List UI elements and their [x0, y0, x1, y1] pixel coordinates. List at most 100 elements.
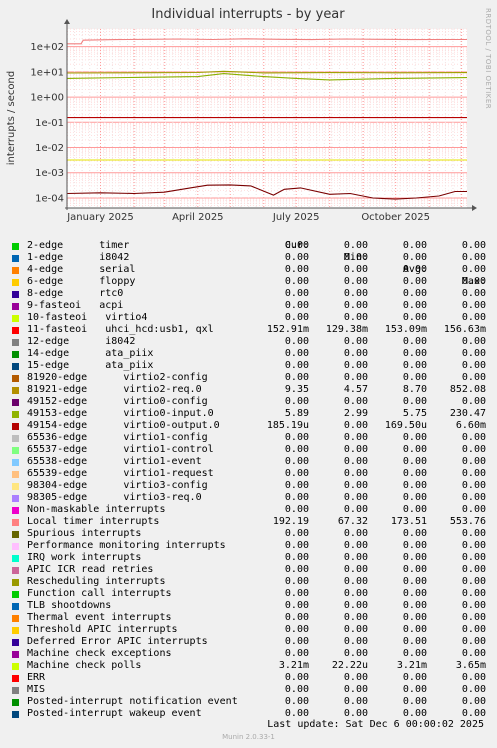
legend-min: 0.00: [343, 504, 368, 515]
legend-max: 0.00: [461, 588, 486, 599]
legend-cur: 0.00: [284, 288, 309, 299]
legend-swatch: [12, 543, 19, 550]
legend-cur: 0.00: [284, 336, 309, 347]
legend-row: ERR 0.00 0.00 0.00 0.00: [12, 672, 492, 684]
legend-swatch: [12, 435, 19, 442]
legend-row: 14-edge ata_piix 0.00 0.00 0.00 0.00: [12, 348, 492, 360]
legend-label: Function call interrupts: [27, 588, 172, 599]
legend-min: 0.00: [343, 528, 368, 539]
legend-cur: 0.00: [284, 396, 309, 407]
legend-avg: 169.50u: [384, 420, 427, 431]
legend-avg: 0.00: [402, 444, 427, 455]
legend-max: 0.00: [461, 648, 486, 659]
legend-cur: 0.00: [284, 300, 309, 311]
legend-swatch: [12, 711, 19, 718]
legend-swatch: [12, 687, 19, 694]
legend-row: Spurious interrupts 0.00 0.00 0.00 0.00: [12, 528, 492, 540]
legend-min: 0.00: [343, 300, 368, 311]
legend-rows: 2-edge timer 0.00 0.00 0.00 0.00 1-edge i8042…: [12, 240, 492, 720]
legend-swatch: [12, 699, 19, 706]
legend-min: 67.32: [337, 516, 368, 527]
legend-label: 12-edge i8042: [27, 336, 136, 347]
legend-avg: 173.51: [390, 516, 427, 527]
legend-row: 65539-edge virtio1-request 0.00 0.00 0.00 0.…: [12, 468, 492, 480]
legend-max: 0.00: [461, 552, 486, 563]
legend-swatch: [12, 531, 19, 538]
legend-swatch: [12, 291, 19, 298]
legend-row: 12-edge i8042 0.00 0.00 0.00 0.00: [12, 336, 492, 348]
legend-label: Machine check exceptions: [27, 648, 172, 659]
legend-avg: 0.00: [402, 624, 427, 635]
legend-swatch: [12, 363, 19, 370]
legend-label: 65539-edge virtio1-request: [27, 468, 214, 479]
legend-swatch: [12, 303, 19, 310]
legend-avg: 0.00: [402, 612, 427, 623]
legend-row: Threshold APIC interrupts 0.00 0.00 0.00 0.0…: [12, 624, 492, 636]
x-tick-label: April 2025: [172, 212, 223, 223]
legend-row: Thermal event interrupts 0.00 0.00 0.00 0.00: [12, 612, 492, 624]
legend-row: Function call interrupts 0.00 0.00 0.00 0.00: [12, 588, 492, 600]
legend-max: 0.00: [461, 264, 486, 275]
legend-swatch: [12, 315, 19, 322]
legend-cur: 0.00: [284, 360, 309, 371]
legend-avg: 0.00: [402, 600, 427, 611]
legend-max: 0.00: [461, 636, 486, 647]
legend-min: 0.00: [343, 684, 368, 695]
y-tick-label: 1e+00: [30, 93, 64, 104]
legend-cur: 0.00: [284, 624, 309, 635]
legend-label: 1-edge i8042: [27, 252, 130, 263]
side-label: RRDTOOL / TOBI OETIKER: [484, 8, 492, 109]
legend-cur: 0.00: [284, 240, 309, 251]
legend-min: 2.99: [343, 408, 368, 419]
legend-swatch: [12, 567, 19, 574]
legend-avg: 0.00: [402, 492, 427, 503]
legend-avg: 0.00: [402, 360, 427, 371]
legend-min: 0.00: [343, 396, 368, 407]
legend-max: 0.00: [461, 600, 486, 611]
legend-avg: 0.00: [402, 540, 427, 551]
legend-min: 0.00: [343, 372, 368, 383]
legend-label: 98305-edge virtio3-req.0: [27, 492, 202, 503]
legend-min: 0.00: [343, 420, 368, 431]
legend-min: 0.00: [343, 252, 368, 263]
legend-min: 0.00: [343, 240, 368, 251]
legend-max: 0.00: [461, 564, 486, 575]
legend-label: 49152-edge virtio0-config: [27, 396, 208, 407]
legend-min: 22.22u: [331, 660, 368, 671]
legend-swatch: [12, 423, 19, 430]
plot-background: [67, 29, 467, 208]
legend-avg: 0.00: [402, 672, 427, 683]
legend-label: 65536-edge virtio1-config: [27, 432, 208, 443]
legend-swatch: [12, 663, 19, 670]
legend-avg: 0.00: [402, 456, 427, 467]
legend-row: 9-fasteoi acpi 0.00 0.00 0.00 0.00: [12, 300, 492, 312]
legend-avg: 0.00: [402, 396, 427, 407]
legend-avg: 153.09m: [384, 324, 427, 335]
legend-cur: 0.00: [284, 432, 309, 443]
legend-max: 0.00: [461, 372, 486, 383]
x-tick-label: January 2025: [66, 212, 134, 223]
legend-label: APIC ICR read retries: [27, 564, 154, 575]
legend-cur: 0.00: [284, 540, 309, 551]
legend-row: Posted-interrupt notification event 0.00 0…: [12, 696, 492, 708]
legend-cur: 0.00: [284, 588, 309, 599]
legend-max: 553.76: [449, 516, 486, 527]
legend-label: Posted-interrupt wakeup event: [27, 708, 202, 719]
legend-min: 0.00: [343, 336, 368, 347]
legend-label: Performance monitoring interrupts: [27, 540, 226, 551]
legend-swatch: [12, 255, 19, 262]
legend-avg: 0.00: [402, 240, 427, 251]
legend-avg: 0.00: [402, 288, 427, 299]
legend-row: 10-fasteoi virtio4 0.00 0.00 0.00 0.00: [12, 312, 492, 324]
legend-min: 0.00: [343, 624, 368, 635]
legend-min: 0.00: [343, 576, 368, 587]
legend-label: 81920-edge virtio2-config: [27, 372, 208, 383]
legend-max: 0.00: [461, 672, 486, 683]
legend-label: Posted-interrupt notification event: [27, 696, 238, 707]
legend-min: 4.57: [343, 384, 368, 395]
legend-cur: 152.91m: [266, 324, 309, 335]
legend-avg: 0.00: [402, 468, 427, 479]
chart-title: Individual interrupts - by year: [151, 7, 345, 22]
legend-cur: 0.00: [284, 600, 309, 611]
legend-avg: 0.00: [402, 552, 427, 563]
